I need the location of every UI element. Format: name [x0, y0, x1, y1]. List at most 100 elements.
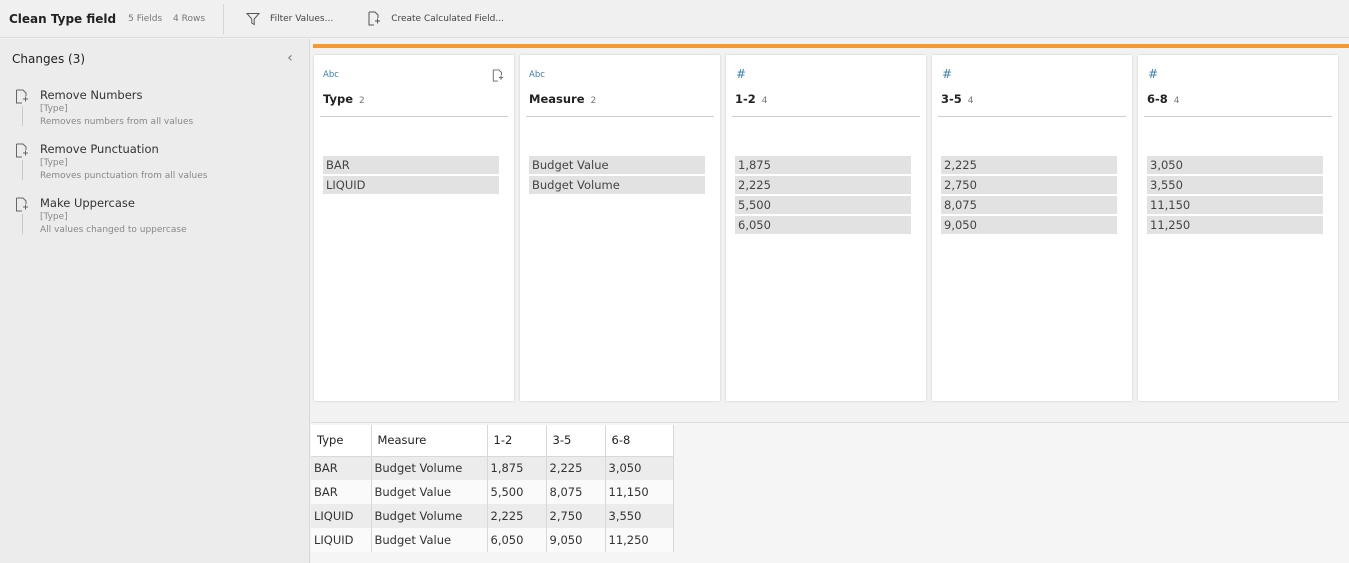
changes-pane: Changes (3) ‹ Remove Numbers [Type] Remo… — [0, 39, 310, 563]
grid-cell[interactable]: 2,225 — [487, 504, 547, 528]
filter-values-label: Filter Values... — [270, 13, 334, 24]
value-bar[interactable]: Budget Value — [529, 156, 705, 174]
value-bar[interactable]: 2,750 — [941, 176, 1117, 194]
change-document-icon — [16, 197, 28, 212]
grid-cell[interactable]: Budget Volume — [371, 504, 488, 528]
grid-column-header[interactable]: Measure — [371, 425, 488, 457]
grid-cell[interactable]: 3,550 — [605, 504, 674, 528]
number-type-icon[interactable]: # — [1148, 67, 1158, 81]
field-name-label: 3-5 — [941, 92, 962, 106]
field-value-count: 4 — [1173, 96, 1180, 106]
grid-cell[interactable]: 2,225 — [546, 456, 606, 480]
grid-cell[interactable]: 11,150 — [605, 480, 674, 504]
grid-column-header[interactable]: Type — [311, 425, 372, 457]
number-type-icon[interactable]: # — [942, 67, 952, 81]
change-item[interactable]: Make Uppercase [Type] All values changed… — [15, 196, 295, 244]
filter-values-button[interactable]: Filter Values... — [246, 12, 333, 26]
field-name[interactable]: 3-5 4 — [941, 92, 974, 106]
change-description: All values changed to uppercase — [40, 225, 187, 235]
rows-count: 4 Rows — [173, 13, 206, 24]
change-field: [Type] — [40, 158, 68, 168]
grid-cell[interactable]: LIQUID — [311, 504, 372, 528]
value-bar[interactable]: 9,050 — [941, 216, 1117, 234]
value-bar[interactable]: BAR — [323, 156, 499, 174]
grid-column-header[interactable]: 1-2 — [487, 425, 547, 457]
grid-cell[interactable]: BAR — [311, 456, 372, 480]
field-header-divider — [732, 116, 920, 117]
profile-card-type[interactable]: Abc Type 2 BAR LIQUID — [314, 55, 514, 401]
profile-card-1-2[interactable]: # 1-2 4 1,875 2,225 5,500 6,050 — [726, 55, 926, 401]
field-name-label: Measure — [529, 92, 585, 106]
value-bar[interactable]: 11,250 — [1147, 216, 1323, 234]
value-bar[interactable]: 6,050 — [735, 216, 911, 234]
grid-cell[interactable]: Budget Value — [371, 480, 488, 504]
field-header-divider — [938, 116, 1126, 117]
change-connector — [22, 106, 23, 126]
string-type-icon[interactable]: Abc — [323, 70, 339, 80]
value-bar[interactable]: 2,225 — [941, 156, 1117, 174]
grid-cell[interactable]: Budget Value — [371, 528, 488, 552]
table-row[interactable]: LIQUID Budget Value 6,050 9,050 11,250 — [311, 528, 674, 552]
value-list: 1,875 2,225 5,500 6,050 — [735, 156, 911, 236]
value-bar[interactable]: LIQUID — [323, 176, 499, 194]
field-name[interactable]: 1-2 4 — [735, 92, 768, 106]
collapse-pane-chevron-icon[interactable]: ‹ — [283, 51, 297, 65]
profile-card-measure[interactable]: Abc Measure 2 Budget Value Budget Volume — [520, 55, 720, 401]
toolbar-divider — [223, 3, 225, 34]
data-grid: Type Measure 1-2 3-5 6-8 BAR Budget Volu… — [311, 425, 674, 552]
field-name[interactable]: 6-8 4 — [1147, 92, 1180, 106]
create-calculated-field-button[interactable]: Create Calculated Field... — [367, 11, 504, 26]
change-name: Remove Punctuation — [40, 142, 159, 156]
grid-cell[interactable]: 5,500 — [487, 480, 547, 504]
grid-cell[interactable]: 2,750 — [546, 504, 606, 528]
table-row[interactable]: LIQUID Budget Volume 2,225 2,750 3,550 — [311, 504, 674, 528]
string-type-icon[interactable]: Abc — [529, 70, 545, 80]
grid-cell[interactable]: 1,875 — [487, 456, 547, 480]
change-document-icon — [16, 89, 28, 104]
field-header-divider — [526, 116, 714, 117]
value-list: BAR LIQUID — [323, 156, 499, 196]
value-bar[interactable]: 1,875 — [735, 156, 911, 174]
value-bar[interactable]: 8,075 — [941, 196, 1117, 214]
field-name[interactable]: Type 2 — [323, 92, 365, 106]
grid-cell[interactable]: 6,050 — [487, 528, 547, 552]
change-item[interactable]: Remove Punctuation [Type] Removes punctu… — [15, 142, 295, 190]
grid-cell[interactable]: 9,050 — [546, 528, 606, 552]
field-value-count: 2 — [359, 96, 365, 106]
grid-cell[interactable]: 3,050 — [605, 456, 674, 480]
change-name: Make Uppercase — [40, 196, 135, 210]
value-bar[interactable]: 11,150 — [1147, 196, 1323, 214]
table-row[interactable]: BAR Budget Value 5,500 8,075 11,150 — [311, 480, 674, 504]
profile-card-6-8[interactable]: # 6-8 4 3,050 3,550 11,150 11,250 — [1138, 55, 1338, 401]
create-calculated-field-label: Create Calculated Field... — [391, 13, 504, 24]
number-type-icon[interactable]: # — [736, 67, 746, 81]
field-value-count: 2 — [590, 96, 597, 106]
field-value-count: 4 — [761, 96, 768, 106]
value-bar[interactable]: 5,500 — [735, 196, 911, 214]
field-name-label: Type — [323, 92, 354, 106]
value-bar[interactable]: 3,050 — [1147, 156, 1323, 174]
grid-header-row: Type Measure 1-2 3-5 6-8 — [311, 425, 674, 457]
grid-column-header[interactable]: 6-8 — [605, 425, 674, 457]
toolbar: Clean Type field 5 Fields 4 Rows Filter … — [0, 0, 1349, 38]
value-bar[interactable]: 2,225 — [735, 176, 911, 194]
value-bar[interactable]: Budget Volume — [529, 176, 705, 194]
grid-cell[interactable]: LIQUID — [311, 528, 372, 552]
grid-cell[interactable]: BAR — [311, 480, 372, 504]
value-bar[interactable]: 3,550 — [1147, 176, 1323, 194]
changes-header: Changes (3) — [12, 52, 86, 66]
value-list: Budget Value Budget Volume — [529, 156, 705, 196]
step-meta: 5 Fields 4 Rows — [128, 14, 205, 24]
fields-count: 5 Fields — [128, 13, 163, 24]
change-item[interactable]: Remove Numbers [Type] Removes numbers fr… — [15, 88, 295, 136]
profile-card-3-5[interactable]: # 3-5 4 2,225 2,750 8,075 9,050 — [932, 55, 1132, 401]
field-name[interactable]: Measure 2 — [529, 92, 596, 106]
grid-column-header[interactable]: 3-5 — [546, 425, 606, 457]
grid-cell[interactable]: 11,250 — [605, 528, 674, 552]
table-row[interactable]: BAR Budget Volume 1,875 2,225 3,050 — [311, 456, 674, 480]
calculated-field-icon[interactable] — [492, 69, 504, 82]
grid-cell[interactable]: Budget Volume — [371, 456, 488, 480]
grid-cell[interactable]: 8,075 — [546, 480, 606, 504]
change-name: Remove Numbers — [40, 88, 143, 102]
step-color-bar — [313, 44, 1349, 48]
